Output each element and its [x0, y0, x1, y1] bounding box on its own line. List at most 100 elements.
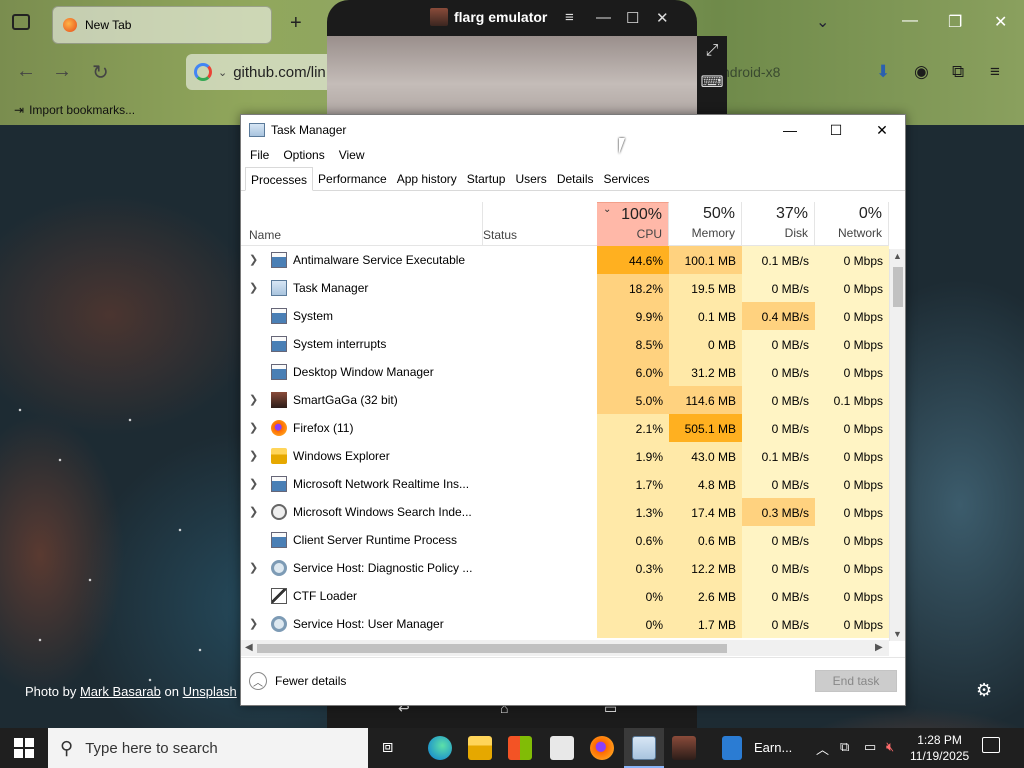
table-row[interactable]: ❯ Task Manager 18.2% 19.5 MB 0 MB/s 0 Mbps — [241, 274, 889, 302]
close-icon[interactable]: ✕ — [859, 115, 905, 145]
mail-icon[interactable] — [550, 736, 574, 760]
tab-services[interactable]: Services — [599, 167, 655, 190]
column-header-cpu[interactable]: ⌄ 100% CPU — [597, 202, 669, 246]
horizontal-scrollbar[interactable]: ◀ ▶ — [241, 640, 889, 656]
table-row[interactable]: ❯ Microsoft Network Realtime Ins... 1.7% 4.… — [241, 470, 889, 498]
import-bookmarks-link[interactable]: ⇥ Import bookmarks... — [14, 103, 135, 117]
keyboard-icon[interactable]: ⌨ — [697, 72, 727, 92]
taskbar-clock[interactable]: 1:28 PM 11/19/2025 — [910, 732, 969, 764]
word-icon[interactable] — [722, 736, 742, 760]
table-row[interactable]: ❯ Windows Explorer 1.9% 43.0 MB 0.1 MB/s 0 Mb… — [241, 442, 889, 470]
expand-chevron-icon[interactable]: ❯ — [249, 477, 258, 490]
tab-startup[interactable]: Startup — [462, 167, 511, 190]
tab-performance[interactable]: Performance — [313, 167, 392, 190]
column-header-network[interactable]: 0% Network — [815, 202, 889, 246]
maximize-icon[interactable]: ☐ — [813, 115, 859, 145]
url-bar[interactable]: ⌄ github.com/lin — [186, 54, 336, 90]
reload-icon[interactable]: ↻ — [92, 60, 109, 85]
browser-minimize-icon[interactable]: — — [902, 12, 918, 30]
browser-maximize-icon[interactable]: ❐ — [948, 12, 962, 32]
table-row[interactable]: ❯ Service Host: User Manager 0% 1.7 MB 0 MB/… — [241, 610, 889, 638]
column-header-disk[interactable]: 37% Disk — [742, 202, 815, 246]
browser-tab-new-tab[interactable]: New Tab — [52, 6, 272, 44]
task-manager-app-icon — [249, 123, 265, 137]
tray-app-icon[interactable]: ⧉ — [840, 739, 849, 755]
task-view-icon[interactable]: ⧈ — [382, 736, 406, 760]
expand-chevron-icon[interactable]: ❯ — [249, 281, 258, 294]
menu-file[interactable]: File — [245, 145, 274, 165]
expand-chevron-icon[interactable]: ❯ — [249, 393, 258, 406]
table-row[interactable]: ❯ Service Host: Diagnostic Policy ... 0.3%… — [241, 554, 889, 582]
firefox-taskbar-icon[interactable] — [590, 736, 614, 760]
credit-author-link[interactable]: Mark Basarab — [80, 684, 161, 699]
taskbar-search-box[interactable]: ⚲ Type here to search — [48, 728, 368, 768]
fullscreen-icon[interactable]: ⤢ — [697, 42, 727, 60]
expand-chevron-icon[interactable]: ❯ — [249, 421, 258, 434]
table-row[interactable]: ❯ Firefox (11) 2.1% 505.1 MB 0 MB/s 0 Mbps — [241, 414, 889, 442]
account-icon[interactable]: ◉ — [914, 62, 929, 82]
tab-users[interactable]: Users — [510, 167, 551, 190]
volume-muted-icon[interactable]: 🔇︎ — [886, 739, 894, 755]
tab-processes[interactable]: Processes — [245, 167, 314, 191]
menu-options[interactable]: Options — [278, 145, 329, 165]
vertical-scroll-thumb[interactable] — [893, 267, 903, 307]
tab-details[interactable]: Details — [552, 167, 599, 190]
taskbar-app-label[interactable]: Earn... — [754, 740, 792, 755]
table-row[interactable]: System interrupts 8.5% 0 MB 0 MB/s 0 Mbps — [241, 330, 889, 358]
expand-chevron-icon[interactable]: ❯ — [249, 449, 258, 462]
tab-app-history[interactable]: App history — [392, 167, 462, 190]
microsoft-store-icon[interactable] — [508, 736, 532, 760]
scroll-up-icon[interactable]: ▲ — [893, 251, 902, 261]
edge-icon[interactable] — [428, 736, 452, 760]
file-explorer-icon[interactable] — [468, 736, 492, 760]
browser-close-icon[interactable]: ✕ — [994, 12, 1007, 32]
emulator-screen[interactable] — [327, 36, 697, 116]
expand-chevron-icon[interactable]: ❯ — [249, 253, 258, 266]
windows-start-icon[interactable] — [14, 738, 34, 758]
tray-chevron-icon[interactable]: ︿ — [816, 739, 829, 758]
smartgaga-taskbar-icon[interactable] — [672, 736, 696, 760]
settings-gear-icon[interactable]: ⚙ — [976, 680, 992, 701]
vertical-scrollbar[interactable]: ▲ ▼ — [889, 249, 905, 641]
table-row[interactable]: CTF Loader 0% 2.6 MB 0 MB/s 0 Mbps — [241, 582, 889, 610]
table-row[interactable]: Client Server Runtime Process 0.6% 0.6 MB 0… — [241, 526, 889, 554]
task-manager-window[interactable]: Task Manager — ☐ ✕ File Options View Pro… — [240, 114, 906, 706]
expand-chevron-icon[interactable]: ❯ — [249, 561, 258, 574]
tab-dropdown-icon[interactable]: ⌄ — [816, 12, 829, 32]
scroll-right-icon[interactable]: ▶ — [875, 642, 883, 653]
emulator-minimize-icon[interactable]: — — [596, 9, 611, 26]
process-memory: 4.8 MB — [669, 470, 742, 498]
task-manager-titlebar[interactable]: Task Manager — ☐ ✕ — [241, 115, 905, 145]
menu-view[interactable]: View — [334, 145, 370, 165]
table-row[interactable]: ❯ Antimalware Service Executable 44.6% 100.… — [241, 246, 889, 274]
emulator-close-icon[interactable]: ✕ — [656, 9, 669, 27]
column-header-name[interactable]: Name — [249, 228, 281, 242]
column-header-memory[interactable]: 50% Memory — [669, 202, 742, 246]
table-row[interactable]: System 9.9% 0.1 MB 0.4 MB/s 0 Mbps — [241, 302, 889, 330]
fewer-details-button[interactable]: ︿ Fewer details — [249, 672, 346, 690]
credit-site-link[interactable]: Unsplash — [183, 684, 237, 699]
notification-icon[interactable] — [982, 737, 1000, 753]
expand-chevron-icon[interactable]: ❯ — [249, 505, 258, 518]
table-row[interactable]: ❯ SmartGaGa (32 bit) 5.0% 114.6 MB 0 MB/s 0.1… — [241, 386, 889, 414]
minimize-icon[interactable]: — — [767, 115, 813, 145]
scroll-down-icon[interactable]: ▼ — [893, 629, 902, 639]
back-arrow-icon[interactable]: ← — [16, 60, 36, 83]
menu-icon[interactable]: ≡ — [990, 62, 1000, 82]
extensions-icon[interactable]: ⧉ — [952, 62, 964, 82]
end-task-button[interactable]: End task — [815, 670, 897, 692]
chevron-down-icon[interactable]: ⌄ — [218, 66, 227, 79]
horizontal-scroll-thumb[interactable] — [257, 644, 727, 653]
tab-list-icon[interactable] — [12, 14, 30, 30]
table-row[interactable]: Desktop Window Manager 6.0% 31.2 MB 0 MB/s 0… — [241, 358, 889, 386]
forward-arrow-icon[interactable]: → — [52, 60, 72, 83]
new-tab-icon[interactable]: + — [290, 12, 302, 35]
expand-chevron-icon[interactable]: ❯ — [249, 617, 258, 630]
emulator-menu-icon[interactable]: ≡ — [565, 9, 574, 26]
network-icon[interactable]: ▭ — [864, 739, 876, 755]
column-header-status[interactable]: Status — [483, 228, 517, 242]
downloads-icon[interactable]: ⬇ — [876, 62, 890, 82]
emulator-maximize-icon[interactable]: ☐ — [626, 9, 639, 27]
table-row[interactable]: ❯ Microsoft Windows Search Inde... 1.3% 17.… — [241, 498, 889, 526]
scroll-left-icon[interactable]: ◀ — [245, 642, 253, 653]
